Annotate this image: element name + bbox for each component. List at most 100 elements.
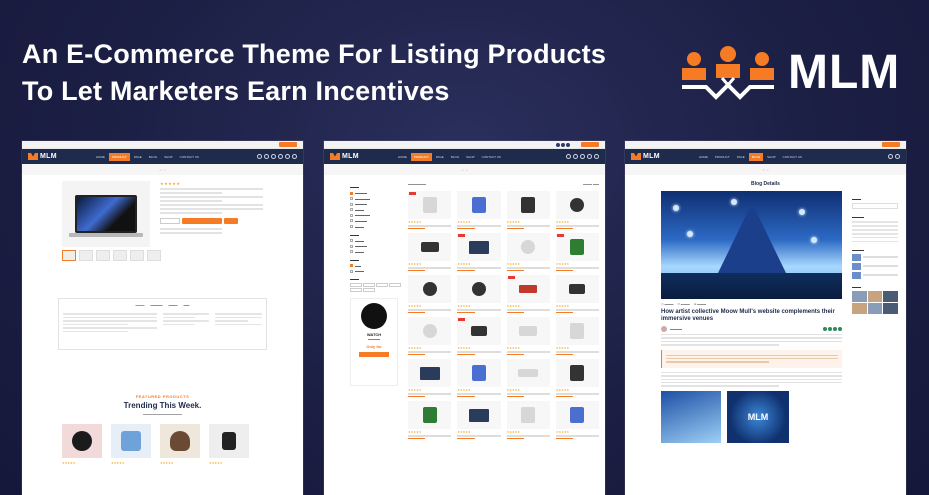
- nav-product[interactable]: PRODUCT: [712, 153, 733, 161]
- category-filter[interactable]: ▬▬▬: [350, 208, 402, 212]
- product-card[interactable]: ★★★★★: [457, 401, 501, 439]
- nav-page[interactable]: PAGE: [131, 153, 145, 161]
- product-card[interactable]: ★★★★★: [506, 233, 550, 271]
- checkbox[interactable]: [350, 269, 353, 273]
- product-card[interactable]: ★★★★★: [457, 275, 501, 313]
- color-filter[interactable]: ▬▬▬: [350, 269, 402, 273]
- product-card[interactable]: ★★★★★: [457, 317, 501, 355]
- product-card[interactable]: ★★★★★: [555, 191, 599, 229]
- thumbnail[interactable]: [96, 250, 110, 261]
- category-link[interactable]: [852, 225, 898, 227]
- category-filter[interactable]: ▬▬▬: [350, 225, 402, 229]
- nav-blog[interactable]: BLOG: [448, 153, 462, 161]
- nav-contact[interactable]: CONTACT US: [479, 153, 504, 161]
- tab-vendor[interactable]: ▬▬: [184, 303, 190, 307]
- nav-shop[interactable]: SHOP: [161, 153, 176, 161]
- gallery-thumb[interactable]: [883, 303, 898, 315]
- thumbnail[interactable]: [113, 250, 127, 261]
- product-card[interactable]: ★★★★★: [457, 191, 501, 229]
- checkbox[interactable]: [350, 208, 353, 212]
- breadcrumb-home-icon[interactable]: ⌂: [160, 168, 162, 172]
- category-link[interactable]: [852, 240, 898, 243]
- category-link[interactable]: [852, 233, 898, 235]
- sort-select[interactable]: ▬▬▬ ▬▬: [583, 182, 599, 186]
- nav-product[interactable]: PRODUCT: [410, 152, 432, 161]
- search-input[interactable]: [852, 203, 898, 209]
- nav-shop[interactable]: SHOP: [463, 153, 478, 161]
- checkbox[interactable]: [350, 202, 353, 206]
- product-card[interactable]: ★★★★★: [555, 317, 599, 355]
- product-card[interactable]: ★★★★★: [408, 233, 452, 271]
- product-card[interactable]: ★★★★★: [457, 233, 501, 271]
- facebook-icon[interactable]: [566, 154, 571, 159]
- thumbnail[interactable]: [62, 250, 76, 261]
- tab-description[interactable]: ▬▬▬: [136, 303, 145, 307]
- recent-post[interactable]: [852, 254, 898, 262]
- category-link[interactable]: [852, 236, 898, 239]
- checkbox[interactable]: [350, 239, 353, 243]
- breadcrumb-home-icon[interactable]: ⌂: [763, 168, 765, 172]
- site-logo[interactable]: MLM: [330, 153, 359, 160]
- category-link[interactable]: [852, 229, 898, 231]
- gallery-thumb[interactable]: [867, 291, 883, 303]
- share-icon[interactable]: [823, 327, 827, 331]
- site-logo[interactable]: MLM: [631, 153, 660, 160]
- twitter-icon[interactable]: [573, 154, 578, 159]
- gallery-thumb[interactable]: [867, 303, 883, 315]
- nav-shop[interactable]: SHOP: [764, 153, 779, 161]
- nav-product[interactable]: PRODUCT: [108, 152, 130, 161]
- instagram-icon[interactable]: [566, 142, 570, 147]
- tag[interactable]: [350, 283, 362, 288]
- checkbox[interactable]: [350, 250, 353, 254]
- cart-button[interactable]: [882, 142, 900, 147]
- nav-blog[interactable]: BLOG: [748, 152, 764, 161]
- product-card[interactable]: ★★★★★: [408, 317, 452, 355]
- product-card[interactable]: ★★★★★: [506, 401, 550, 439]
- tag[interactable]: [363, 283, 375, 288]
- site-logo[interactable]: MLM: [28, 153, 57, 160]
- tag[interactable]: [350, 288, 362, 293]
- tab-additional-info[interactable]: ▬▬▬▬: [151, 303, 163, 307]
- product-card[interactable]: ★★★★★: [506, 359, 550, 397]
- linkedin-icon[interactable]: [587, 154, 592, 159]
- checkbox[interactable]: [350, 197, 353, 201]
- nav-home[interactable]: HOME: [696, 153, 711, 161]
- brand-filter[interactable]: ▬▬▬: [350, 239, 402, 243]
- quantity-stepper[interactable]: [160, 218, 180, 224]
- checkbox[interactable]: [350, 219, 353, 223]
- facebook-icon[interactable]: [257, 154, 262, 159]
- share-icon[interactable]: [838, 327, 842, 331]
- breadcrumb-home-icon[interactable]: ⌂: [462, 168, 464, 172]
- checkbox[interactable]: [350, 213, 353, 217]
- product-card[interactable]: ★★★★★: [506, 317, 550, 355]
- product-card[interactable]: ★★★★★: [209, 424, 249, 465]
- promo-banner[interactable]: WATCH ▬▬▬▬ Only for: [350, 298, 398, 387]
- tag[interactable]: [389, 283, 401, 288]
- product-card[interactable]: ★★★★★: [408, 191, 452, 229]
- checkbox[interactable]: [350, 225, 353, 229]
- gallery-thumb[interactable]: [852, 303, 867, 315]
- product-card[interactable]: ★★★★★: [408, 401, 452, 439]
- product-card[interactable]: ★★★★★: [408, 359, 452, 397]
- product-card[interactable]: ★★★★★: [555, 233, 599, 271]
- recent-post[interactable]: [852, 272, 898, 280]
- product-card[interactable]: ★★★★★: [62, 424, 102, 465]
- brand-filter[interactable]: ▬▬▬: [350, 250, 402, 254]
- promo-shop-button[interactable]: [359, 352, 389, 358]
- product-card[interactable]: ★★★★★: [555, 275, 599, 313]
- category-filter[interactable]: ▬▬▬▬▬: [350, 197, 402, 201]
- recent-post[interactable]: [852, 263, 898, 271]
- gallery-thumb[interactable]: [852, 291, 867, 303]
- twitter-icon[interactable]: [264, 154, 269, 159]
- buy-now-button[interactable]: [224, 218, 238, 224]
- nav-blog[interactable]: BLOG: [146, 153, 160, 161]
- search-icon[interactable]: [888, 154, 893, 159]
- tag[interactable]: [376, 283, 388, 288]
- youtube-icon[interactable]: [285, 154, 290, 159]
- nav-home[interactable]: HOME: [395, 153, 410, 161]
- checkbox[interactable]: [350, 191, 353, 195]
- facebook-icon[interactable]: [556, 142, 560, 147]
- thumbnail[interactable]: [130, 250, 144, 261]
- twitter-icon[interactable]: [561, 142, 565, 147]
- brand-filter[interactable]: ▬▬▬▬: [350, 244, 402, 248]
